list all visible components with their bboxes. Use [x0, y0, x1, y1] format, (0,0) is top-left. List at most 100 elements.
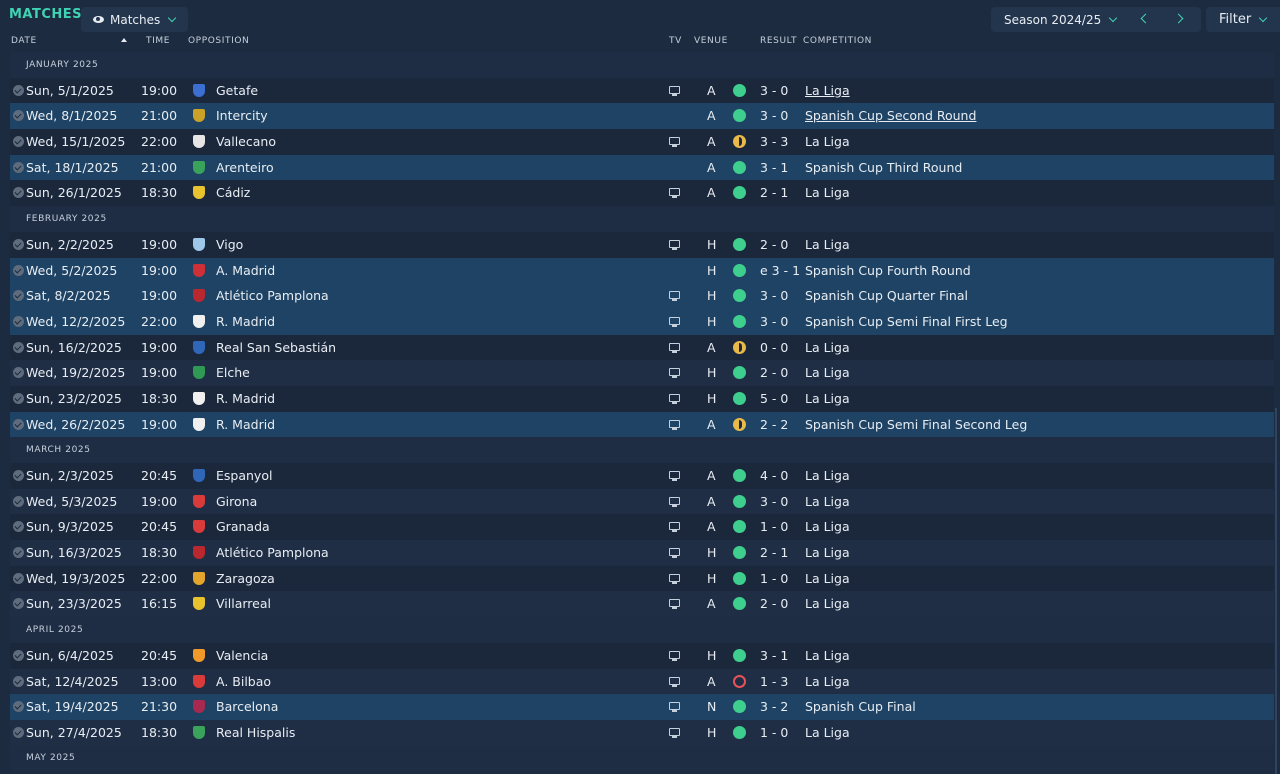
match-score[interactable]: 1 - 0 — [760, 720, 788, 746]
match-score[interactable]: 2 - 0 — [760, 360, 788, 386]
match-score[interactable]: 5 - 0 — [760, 386, 788, 412]
match-row[interactable]: Wed, 5/3/2025 19:00 Girona A 3 - 0 La Liga — [10, 488, 1274, 515]
match-score[interactable]: 3 - 0 — [760, 489, 788, 515]
match-row[interactable]: Sun, 26/1/2025 18:30 Cádiz A 2 - 1 La Liga — [10, 180, 1274, 207]
competition-link[interactable]: Spanish Cup Final — [805, 694, 916, 720]
match-row[interactable]: Sun, 23/2/2025 18:30 R. Madrid H 5 - 0 La Lig… — [10, 385, 1274, 412]
match-row[interactable]: Sun, 2/3/2025 20:45 Espanyol A 4 - 0 La Liga — [10, 463, 1274, 489]
column-header-date[interactable]: DATE — [11, 36, 37, 46]
opposition-name[interactable]: Vigo — [216, 232, 243, 258]
match-score[interactable]: 3 - 1 — [760, 155, 788, 181]
match-row[interactable]: Sun, 27/4/2025 18:30 Real Hispalis H 1 - 0 La… — [10, 719, 1274, 746]
opposition-name[interactable]: Real Hispalis — [216, 720, 295, 746]
opposition-name[interactable]: Espanyol — [216, 463, 272, 489]
view-dropdown-button[interactable]: Matches — [81, 7, 188, 32]
next-season-arrow-icon[interactable] — [1173, 13, 1184, 24]
opposition-name[interactable]: R. Madrid — [216, 412, 275, 438]
competition-link[interactable]: Spanish Cup Quarter Final — [805, 283, 968, 309]
column-header-time[interactable]: TIME — [146, 36, 170, 46]
competition-link[interactable]: La Liga — [805, 463, 850, 489]
competition-link[interactable]: La Liga — [805, 129, 850, 155]
opposition-name[interactable]: Vallecano — [216, 129, 276, 155]
opposition-name[interactable]: Elche — [216, 360, 250, 386]
match-score[interactable]: 3 - 0 — [760, 103, 788, 129]
match-row[interactable]: Sun, 9/3/2025 20:45 Granada A 1 - 0 La Liga — [10, 514, 1274, 541]
match-row[interactable]: Wed, 5/2/2025 19:00 A. Madrid He 3 - 1 Spani… — [10, 257, 1274, 284]
opposition-name[interactable]: Valencia — [216, 643, 268, 669]
match-score[interactable]: 0 - 0 — [760, 335, 788, 361]
competition-link[interactable]: La Liga — [805, 643, 850, 669]
chevron-down-icon[interactable] — [1108, 13, 1118, 22]
match-row[interactable]: Sat, 8/2/2025 19:00 Atlético Pamplona H 3 - … — [10, 283, 1274, 309]
scrollbar[interactable] — [1275, 408, 1277, 774]
opposition-name[interactable]: A. Bilbao — [216, 669, 271, 695]
competition-link[interactable]: La Liga — [805, 489, 850, 515]
match-score[interactable]: 2 - 0 — [760, 591, 788, 617]
opposition-name[interactable]: Atlético Pamplona — [216, 283, 329, 309]
match-score[interactable]: 2 - 2 — [760, 412, 788, 438]
opposition-name[interactable]: Villarreal — [216, 591, 271, 617]
match-row[interactable]: Wed, 8/1/2025 21:00 Intercity A 3 - 0 Spanish… — [10, 103, 1274, 130]
competition-link[interactable]: Spanish Cup Semi Final Second Leg — [805, 412, 1027, 438]
competition-link[interactable]: La Liga — [805, 669, 850, 695]
filter-button[interactable]: Filter — [1206, 7, 1280, 32]
opposition-name[interactable]: Intercity — [216, 103, 268, 129]
match-row[interactable]: Sun, 5/1/2025 19:00 Getafe A 3 - 0 La Liga — [10, 77, 1274, 104]
match-score[interactable]: 1 - 0 — [760, 514, 788, 540]
match-row[interactable]: Wed, 26/2/2025 19:00 R. Madrid A 2 - 2 Spanis… — [10, 411, 1274, 438]
match-score[interactable]: 3 - 0 — [760, 78, 788, 104]
match-row[interactable]: Wed, 19/2/2025 19:00 Elche H 2 - 0 La Liga — [10, 360, 1274, 386]
match-row[interactable]: Sun, 6/4/2025 20:45 Valencia H 3 - 1 La Liga — [10, 642, 1274, 669]
match-score[interactable]: 3 - 0 — [760, 309, 788, 335]
competition-link[interactable]: La Liga — [805, 591, 850, 617]
match-row[interactable]: Sat, 18/1/2025 21:00 Arenteiro A 3 - 1 Spanis… — [10, 154, 1274, 181]
match-row[interactable]: Wed, 12/2/2025 22:00 R. Madrid H 3 - 0 Spanis… — [10, 308, 1274, 335]
competition-link[interactable]: La Liga — [805, 514, 850, 540]
opposition-name[interactable]: Atlético Pamplona — [216, 540, 329, 566]
opposition-name[interactable]: Barcelona — [216, 694, 278, 720]
column-header-opposition[interactable]: OPPOSITION — [188, 36, 249, 46]
match-score[interactable]: e 3 - 1 — [760, 258, 800, 284]
opposition-name[interactable]: Real San Sebastián — [216, 335, 336, 361]
match-score[interactable]: 3 - 1 — [760, 643, 788, 669]
column-header-tv[interactable]: TV — [669, 36, 682, 46]
match-score[interactable]: 4 - 0 — [760, 463, 788, 489]
match-row[interactable]: Sat, 19/4/2025 21:30 Barcelona N 3 - 2 Spanis… — [10, 694, 1274, 720]
competition-link[interactable]: La Liga — [805, 566, 850, 592]
opposition-name[interactable]: R. Madrid — [216, 386, 275, 412]
match-score[interactable]: 3 - 2 — [760, 694, 788, 720]
column-header-result[interactable]: RESULT — [760, 36, 797, 46]
match-score[interactable]: 2 - 1 — [760, 180, 788, 206]
match-row[interactable]: Sun, 23/3/2025 16:15 Villarreal A 2 - 0 La Li… — [10, 591, 1274, 618]
competition-link[interactable]: Spanish Cup Third Round — [805, 155, 962, 181]
match-score[interactable]: 1 - 3 — [760, 669, 788, 695]
competition-link[interactable]: La Liga — [805, 360, 850, 386]
previous-season-arrow-icon[interactable] — [1140, 13, 1151, 24]
opposition-name[interactable]: A. Madrid — [216, 258, 275, 284]
match-score[interactable]: 1 - 0 — [760, 566, 788, 592]
match-row[interactable]: Wed, 19/3/2025 22:00 Zaragoza H 1 - 0 La Liga — [10, 565, 1274, 592]
column-header-venue[interactable]: VENUE — [694, 36, 728, 46]
match-row[interactable]: Sun, 16/2/2025 19:00 Real San Sebastián A 0 … — [10, 334, 1274, 361]
match-score[interactable]: 2 - 1 — [760, 540, 788, 566]
competition-link[interactable]: La Liga — [805, 232, 850, 258]
match-score[interactable]: 2 - 0 — [760, 232, 788, 258]
match-row[interactable]: Sun, 16/3/2025 18:30 Atlético Pamplona H 2 -… — [10, 540, 1274, 566]
competition-link[interactable]: La Liga — [805, 720, 850, 746]
match-row[interactable]: Sat, 12/4/2025 13:00 A. Bilbao A 1 - 3 La Lig… — [10, 668, 1274, 695]
competition-link[interactable]: Spanish Cup Fourth Round — [805, 258, 971, 284]
opposition-name[interactable]: Granada — [216, 514, 270, 540]
competition-link[interactable]: Spanish Cup Semi Final First Leg — [805, 309, 1008, 335]
column-header-competition[interactable]: COMPETITION — [803, 36, 872, 46]
opposition-name[interactable]: Getafe — [216, 78, 258, 104]
match-score[interactable]: 3 - 3 — [760, 129, 788, 155]
match-row[interactable]: Wed, 15/1/2025 22:00 Vallecano A 3 - 3 La Lig… — [10, 129, 1274, 155]
match-row[interactable]: Sun, 2/2/2025 19:00 Vigo H 2 - 0 La Liga — [10, 231, 1274, 258]
opposition-name[interactable]: Zaragoza — [216, 566, 275, 592]
competition-link[interactable]: La Liga — [805, 180, 850, 206]
opposition-name[interactable]: Girona — [216, 489, 257, 515]
competition-link[interactable]: La Liga — [805, 540, 850, 566]
match-score[interactable]: 3 - 0 — [760, 283, 788, 309]
competition-link[interactable]: La Liga — [805, 386, 850, 412]
competition-link[interactable]: La Liga — [805, 78, 850, 104]
